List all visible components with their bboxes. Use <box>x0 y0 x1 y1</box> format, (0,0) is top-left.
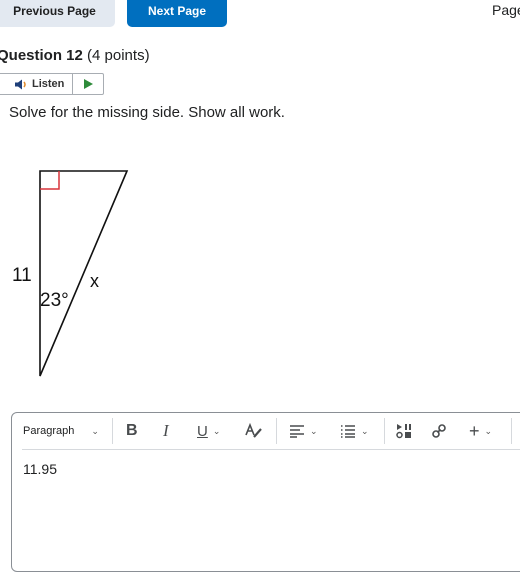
bullet-list-icon <box>341 425 355 438</box>
list-button[interactable]: ⌄ <box>340 421 369 441</box>
next-page-button[interactable]: Next Page <box>127 0 227 27</box>
link-button[interactable] <box>431 421 447 441</box>
listen-button[interactable]: Listen <box>0 74 73 94</box>
editor-content[interactable]: 11.95 <box>23 461 57 477</box>
play-button[interactable] <box>73 74 103 94</box>
chevron-down-icon: ⌄ <box>212 425 221 436</box>
block-format-label: Paragraph <box>23 425 75 437</box>
chevron-down-icon: ⌄ <box>91 425 99 436</box>
insert-stuff-button[interactable] <box>396 421 412 441</box>
italic-button[interactable]: I <box>163 421 169 441</box>
toolbar-divider <box>384 418 385 444</box>
insert-more-button[interactable]: + ⌄ <box>469 421 492 441</box>
toolbar-divider <box>511 418 512 444</box>
toolbar-divider <box>276 418 277 444</box>
toolbar-divider <box>112 418 113 444</box>
format-text-icon <box>245 423 262 438</box>
block-format-select[interactable]: Paragraph ⌄ <box>23 421 99 441</box>
align-button[interactable]: ⌄ <box>289 421 318 441</box>
bold-button[interactable]: B <box>126 421 138 441</box>
insert-media-icon <box>396 424 411 439</box>
listen-label: Listen <box>32 78 65 90</box>
toolbar-divider-line <box>22 449 520 450</box>
underline-icon: U <box>197 422 208 440</box>
triangle-shape <box>39 170 129 377</box>
play-icon <box>83 79 93 89</box>
editor-toolbar: Paragraph ⌄ B I U ⌄ ⌄ ⌄ + ⌄ <box>12 413 520 449</box>
text-format-button[interactable] <box>245 421 263 441</box>
triangle-figure: 11 23° x <box>0 160 150 390</box>
unknown-side-label: x <box>90 271 99 291</box>
listen-widget: Listen <box>0 73 104 95</box>
link-icon <box>432 424 446 438</box>
italic-icon: I <box>163 421 169 440</box>
chevron-down-icon: ⌄ <box>361 425 369 436</box>
chevron-down-icon: ⌄ <box>310 425 318 436</box>
bold-icon: B <box>126 422 138 439</box>
align-left-icon <box>290 425 304 438</box>
question-prompt: Solve for the missing side. Show all wor… <box>9 104 285 121</box>
underline-button[interactable]: U ⌄ <box>197 421 220 441</box>
plus-icon: + <box>469 420 480 441</box>
question-number: Question 12 <box>0 47 83 64</box>
chevron-down-icon: ⌄ <box>484 425 493 436</box>
page-indicator: Page <box>492 2 520 18</box>
angle-label: 23° <box>40 290 69 311</box>
right-angle-marker <box>40 171 60 190</box>
previous-page-button[interactable]: Previous Page <box>0 0 115 27</box>
question-title: Question 12 (4 points) <box>0 47 150 64</box>
side-label: 11 <box>12 265 32 286</box>
speaker-icon <box>15 79 26 89</box>
answer-editor[interactable]: Paragraph ⌄ B I U ⌄ ⌄ ⌄ + ⌄ 11.95 <box>11 412 520 572</box>
question-points: (4 points) <box>87 47 150 64</box>
